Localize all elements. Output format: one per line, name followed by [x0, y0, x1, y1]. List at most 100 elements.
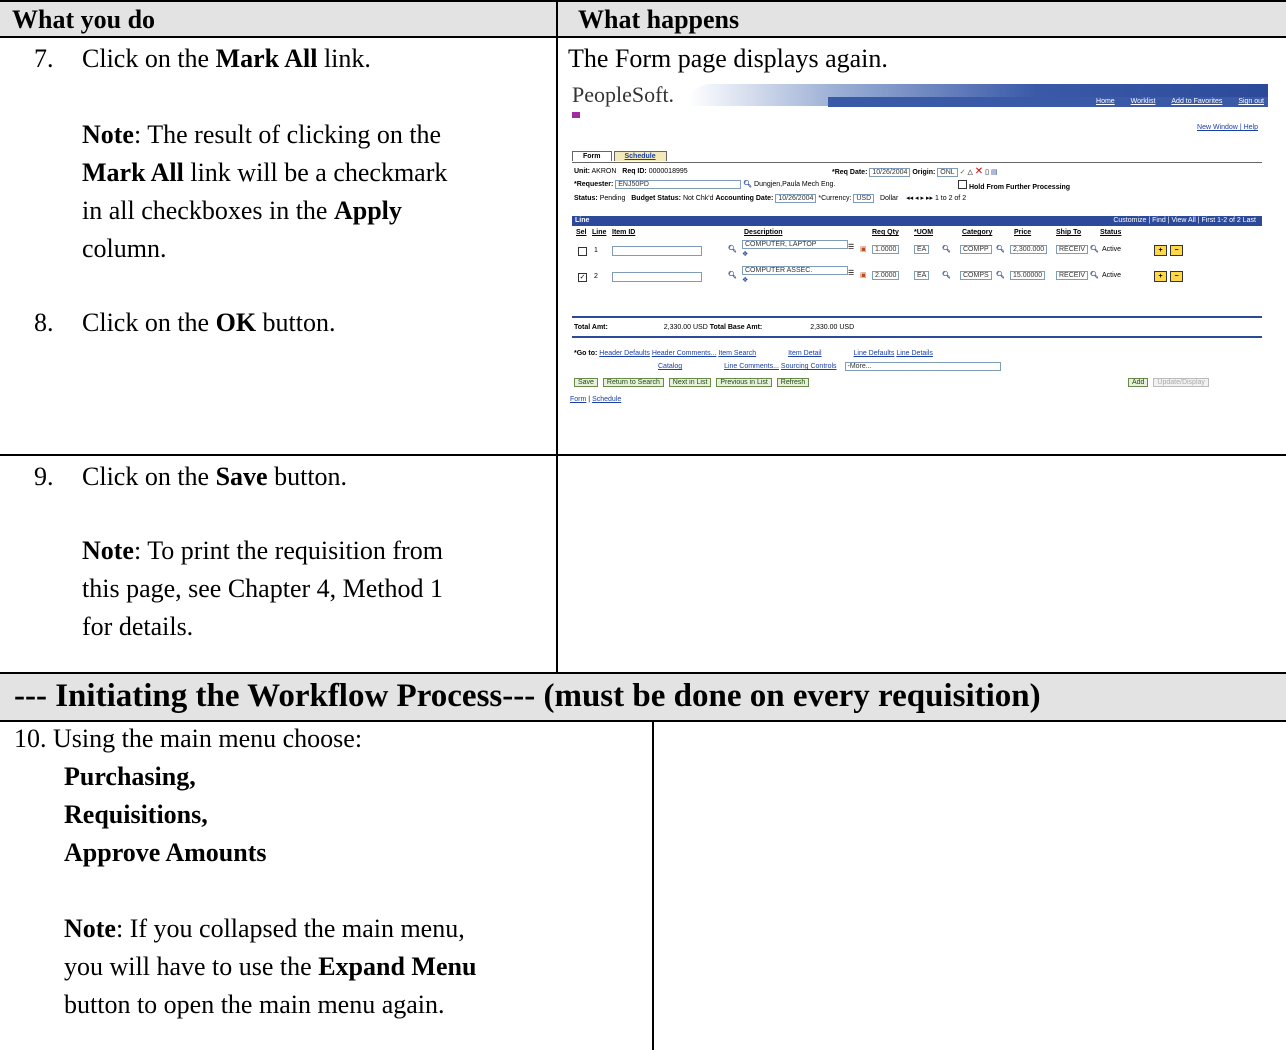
price-field[interactable]: 15.00000 — [1010, 271, 1046, 280]
check-icon[interactable]: ✓ — [960, 169, 966, 176]
menu-icon[interactable] — [572, 112, 580, 118]
catalog-link[interactable]: Catalog — [658, 363, 682, 370]
uom-field[interactable]: EA — [914, 271, 930, 280]
save-button[interactable]: Save — [574, 378, 598, 387]
line-defaults-link[interactable]: Line Defaults — [854, 350, 895, 357]
add-row-button[interactable]: + — [1154, 245, 1167, 256]
ps-toolbar: Save Return to Search Next in List Previ… — [574, 378, 812, 387]
item-lookup-icon[interactable]: 🔍︎ — [728, 245, 737, 253]
item-id-field[interactable] — [612, 272, 702, 282]
item-search-link[interactable]: Item Search — [718, 350, 756, 357]
requester-field[interactable]: ENJ50PD — [615, 180, 742, 189]
schedule-icon[interactable]: ▣ — [860, 245, 867, 253]
header-comments-link[interactable]: Header Comments... — [652, 350, 717, 357]
footer-schedule-link[interactable]: Schedule — [592, 396, 621, 403]
row-select-checkbox[interactable] — [578, 247, 587, 256]
home-link[interactable]: Home — [1096, 98, 1115, 105]
add-button[interactable]: Add — [1128, 378, 1149, 387]
step-7-note: Note: The result of clicking on the Mark… — [82, 120, 448, 263]
tab-schedule[interactable]: Schedule — [613, 151, 667, 161]
price-field[interactable]: 2,300.000 — [1010, 245, 1048, 254]
update-display-button[interactable]: Update/Display — [1153, 378, 1209, 387]
table-header-row: What you do What happens — [0, 0, 1286, 38]
trash-icon[interactable]: ▯ — [985, 169, 989, 176]
sourcing-controls-link[interactable]: Sourcing Controls — [781, 363, 837, 370]
signout-link[interactable]: Sign out — [1238, 98, 1264, 105]
mark-all-link-ref: Mark All — [215, 44, 318, 73]
tab-form[interactable]: Form — [572, 151, 612, 161]
ship-to-field[interactable]: RECEIV — [1056, 245, 1089, 254]
category-lookup-icon[interactable]: 🔍︎ — [996, 271, 1005, 279]
category-field[interactable]: COMPP — [960, 245, 992, 254]
req-date-field[interactable]: 10/26/2004 — [869, 168, 911, 177]
col-left-header: What you do — [12, 5, 156, 34]
uom-lookup-icon[interactable]: 🔍︎ — [942, 245, 951, 253]
add-favorites-link[interactable]: Add to Favorites — [1171, 98, 1222, 105]
worklist-link[interactable]: Worklist — [1131, 98, 1156, 105]
catalog-icon[interactable]: ❖ — [742, 250, 748, 258]
req-qty-field[interactable]: 2.0000 — [872, 271, 900, 280]
step-7-result: The Form page displays again. — [568, 44, 888, 73]
category-field[interactable]: COMPS — [960, 271, 992, 280]
help-link[interactable]: Help — [1244, 124, 1258, 131]
paging-arrows-icon[interactable]: ◂◂ ◂ ▸ ▸▸ — [906, 195, 933, 202]
ship-to-lookup-icon[interactable]: 🔍︎ — [1090, 245, 1099, 253]
return-to-search-button[interactable]: Return to Search — [602, 378, 664, 387]
peoplesoft-logo: PeopleSoft. — [572, 82, 675, 107]
delete-row-button[interactable]: − — [1170, 245, 1183, 256]
ps-row-totals: Total Amt: 2,330.00 USD Total Base Amt: … — [574, 324, 855, 331]
item-detail-link[interactable]: Item Detail — [788, 350, 821, 357]
ps-row-status: Status: Pending Budget Status: Not Chk'd… — [574, 194, 967, 203]
uom-field[interactable]: EA — [914, 245, 930, 254]
schedule-icon[interactable]: ▣ — [860, 271, 867, 279]
requester-lookup-icon[interactable]: 🔍︎ — [743, 181, 752, 188]
hold-checkbox[interactable] — [958, 180, 967, 189]
line-details-link[interactable]: Line Details — [896, 350, 933, 357]
description-field[interactable]: COMPUTER, LAPTOP — [742, 240, 848, 249]
step-8: 8. Click on the OK button. — [34, 308, 336, 337]
col-item-id: Item ID — [612, 229, 636, 236]
ps-row-unit: Unit: AKRON Req ID: 0000018995 — [574, 168, 688, 175]
ps-goto-row2: Catalog Line Comments... Sourcing Contro… — [658, 362, 1001, 371]
origin-select[interactable]: ONL — [937, 168, 958, 177]
uom-lookup-icon[interactable]: 🔍︎ — [942, 271, 951, 279]
row-select-checkbox[interactable]: ✓ — [578, 273, 587, 282]
ps-row-requester: *Requester: ENJ50PD 🔍︎ Dungjen,Paula Mec… — [574, 180, 836, 189]
item-id-field[interactable] — [612, 246, 702, 256]
table-row: 1 🔍︎ COMPUTER, LAPTOP ❖ ☰ ▣ 1.0000 EA 🔍︎… — [568, 240, 1268, 262]
req-qty-field[interactable]: 1.0000 — [872, 245, 900, 254]
ship-to-field[interactable]: RECEIV — [1056, 271, 1089, 280]
category-lookup-icon[interactable]: 🔍︎ — [996, 245, 1005, 253]
description-expand-icon[interactable]: ☰ — [848, 243, 854, 251]
previous-in-list-button[interactable]: Previous in List — [716, 378, 772, 387]
line-comments-link[interactable]: Line Comments... — [724, 363, 779, 370]
currency-field[interactable]: USD — [853, 194, 875, 203]
peoplesoft-form-screenshot: PeopleSoft. Home Worklist Add to Favorit… — [568, 80, 1268, 430]
description-expand-icon[interactable]: ☰ — [848, 269, 854, 277]
description-field[interactable]: COMPUTER ASSEC. — [742, 266, 848, 275]
item-lookup-icon[interactable]: 🔍︎ — [728, 271, 737, 279]
table-row: ✓ 2 🔍︎ COMPUTER ASSEC. ❖ ☰ ▣ 2.0000 EA 🔍… — [568, 266, 1268, 288]
section-header-workflow: --- Initiating the Workflow Process--- (… — [0, 672, 1286, 722]
warning-icon[interactable]: △ — [967, 169, 972, 176]
accounting-date-field[interactable]: 10/26/2004 — [775, 194, 817, 203]
header-defaults-link[interactable]: Header Defaults — [599, 350, 650, 357]
refresh-button[interactable]: Refresh — [776, 378, 810, 387]
next-in-list-button[interactable]: Next in List — [668, 378, 712, 387]
add-row-button[interactable]: + — [1154, 271, 1167, 282]
new-window-link[interactable]: New Window — [1197, 124, 1238, 131]
column-divider-top — [556, 0, 558, 672]
col-description: Description — [744, 229, 783, 236]
column-divider-bottom — [652, 718, 654, 1050]
grid-nav[interactable]: Customize | Find | View All | First 1-2 … — [1113, 217, 1256, 224]
ship-to-lookup-icon[interactable]: 🔍︎ — [1090, 271, 1099, 279]
ps-goto-row1: *Go to: Header Defaults Header Comments.… — [574, 350, 933, 357]
delete-x-icon[interactable]: ✕ — [975, 166, 983, 177]
more-select[interactable]: -More... — [844, 362, 1001, 371]
footer-form-link[interactable]: Form — [570, 396, 586, 403]
ps-footer-links: Form | Schedule — [570, 396, 622, 403]
delete-row-button[interactable]: − — [1170, 271, 1183, 282]
line-grid-header: Line Customize | Find | View All | First… — [572, 216, 1262, 226]
catalog-icon[interactable]: ❖ — [742, 276, 748, 284]
comment-icon[interactable]: ▤ — [991, 169, 998, 176]
